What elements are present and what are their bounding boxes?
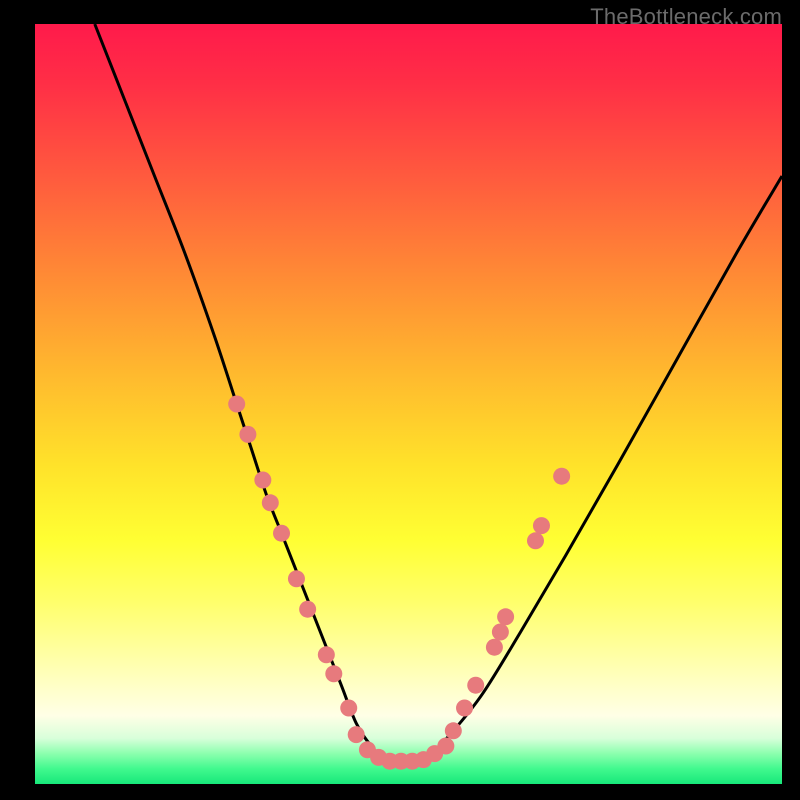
data-marker <box>340 700 357 717</box>
data-marker <box>445 722 462 739</box>
data-marker <box>527 532 544 549</box>
watermark-text: TheBottleneck.com <box>590 4 782 30</box>
data-marker <box>318 646 335 663</box>
marker-layer <box>228 396 570 770</box>
data-marker <box>228 396 245 413</box>
data-marker <box>299 601 316 618</box>
chart-frame: TheBottleneck.com <box>0 0 800 800</box>
data-marker <box>262 494 279 511</box>
data-marker <box>348 726 365 743</box>
data-marker <box>325 665 342 682</box>
data-marker <box>467 677 484 694</box>
data-marker <box>492 624 509 641</box>
data-marker <box>239 426 256 443</box>
data-marker <box>497 608 514 625</box>
plot-area <box>35 24 782 784</box>
data-marker <box>553 468 570 485</box>
data-marker <box>486 639 503 656</box>
data-marker <box>254 472 271 489</box>
data-marker <box>288 570 305 587</box>
data-marker <box>273 525 290 542</box>
curve-layer <box>95 24 782 762</box>
chart-svg <box>35 24 782 784</box>
data-marker <box>456 700 473 717</box>
bottleneck-curve <box>95 24 782 762</box>
data-marker <box>437 738 454 755</box>
data-marker <box>533 517 550 534</box>
